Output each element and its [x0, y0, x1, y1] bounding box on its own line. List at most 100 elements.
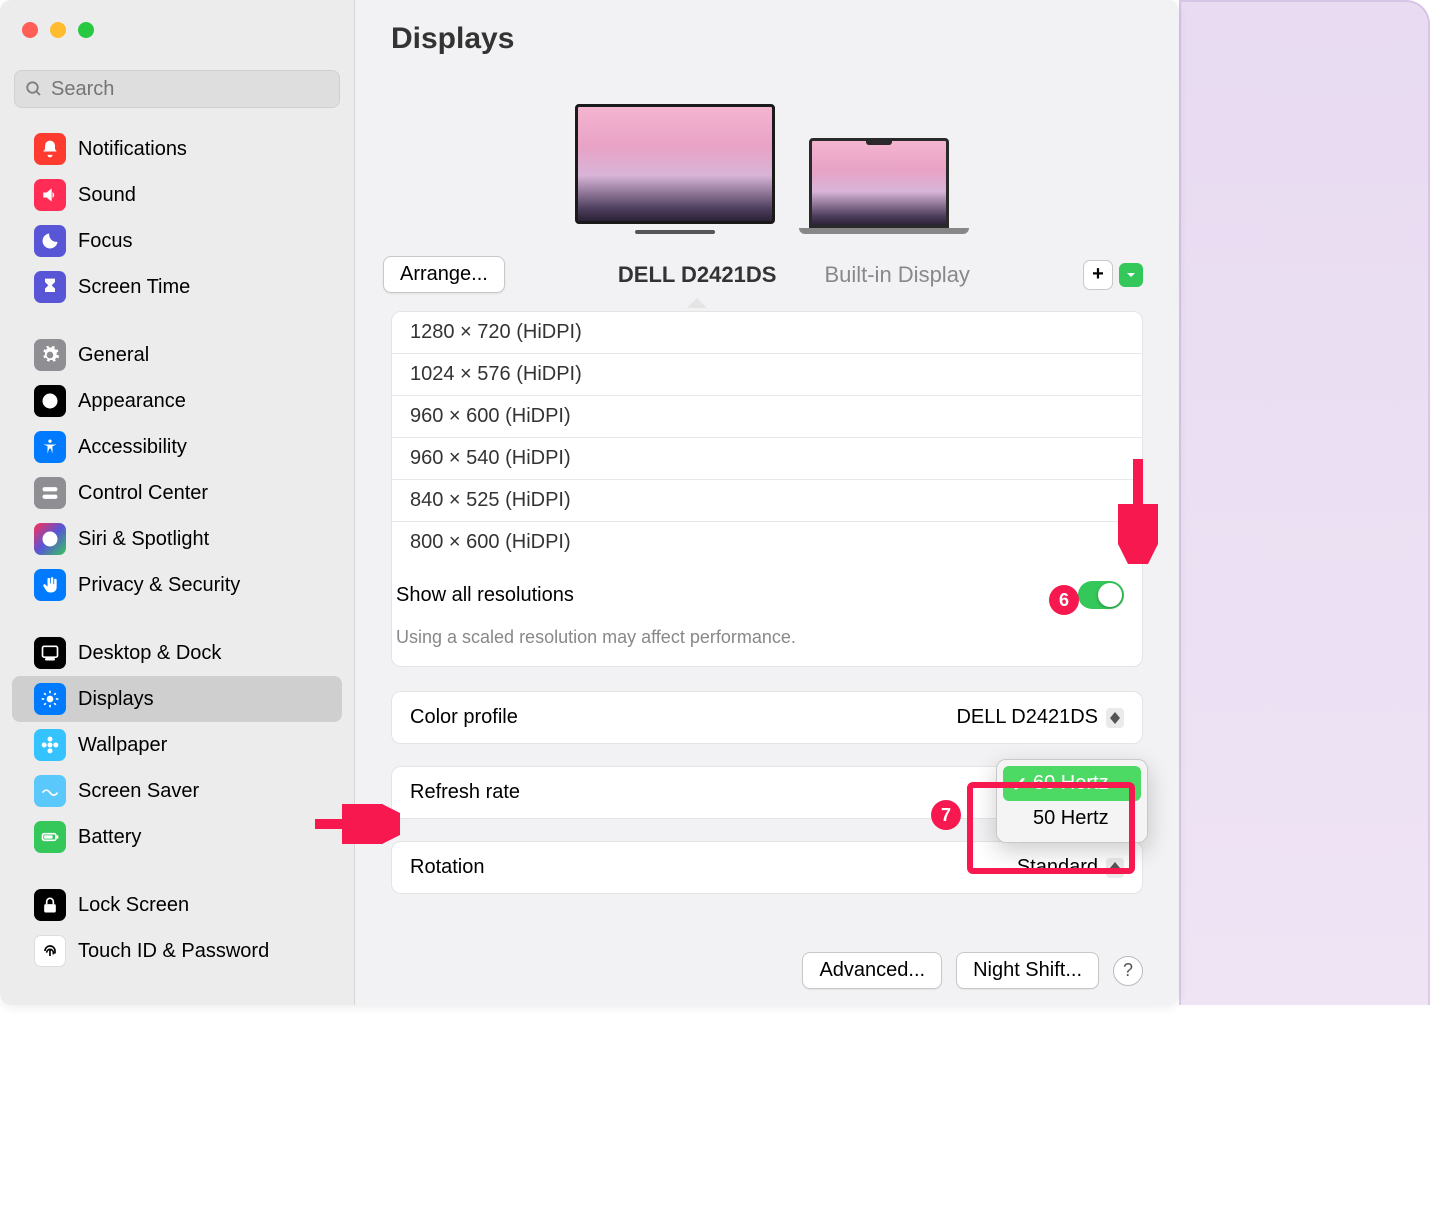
header: Displays [355, 0, 1179, 56]
lock-icon [34, 889, 66, 921]
battery-icon [34, 821, 66, 853]
tab-builtin-display[interactable]: Built-in Display [824, 262, 970, 288]
search-field[interactable] [14, 70, 340, 108]
sidebar: Notifications Sound Focus Screen Time Genera… [0, 0, 355, 1005]
resolution-option[interactable]: 1024 × 576 (HiDPI) [392, 354, 1142, 396]
sidebar-item-lock-screen[interactable]: Lock Screen [12, 882, 342, 928]
updown-icon [1106, 708, 1124, 728]
rotation-label: Rotation [410, 856, 485, 879]
hourglass-icon [34, 271, 66, 303]
tab-external-display[interactable]: DELL D2421DS [618, 262, 777, 288]
sidebar-item-label: Focus [78, 230, 132, 253]
system-settings-window: Notifications Sound Focus Screen Time Genera… [0, 0, 1179, 1005]
sidebar-item-label: Privacy & Security [78, 574, 240, 597]
sidebar-item-label: Displays [78, 688, 154, 711]
resolution-option[interactable]: 960 × 600 (HiDPI) [392, 396, 1142, 438]
sidebar-item-label: Control Center [78, 482, 208, 505]
bell-icon [34, 133, 66, 165]
rotation-select[interactable]: Standard [1017, 856, 1124, 879]
night-shift-button[interactable]: Night Shift... [956, 952, 1099, 989]
resolution-option[interactable]: 840 × 525 (HiDPI) [392, 480, 1142, 522]
sidebar-item-control-center[interactable]: Control Center [12, 470, 342, 516]
accessibility-icon [34, 431, 66, 463]
sidebar-item-notifications[interactable]: Notifications [12, 126, 342, 172]
sidebar-list: Notifications Sound Focus Screen Time Genera… [0, 122, 354, 1005]
sidebar-item-label: Sound [78, 184, 136, 207]
display-previews [355, 56, 1179, 238]
builtin-display-screen [809, 138, 949, 228]
sidebar-item-desktop-dock[interactable]: Desktop & Dock [12, 630, 342, 676]
siri-icon [34, 523, 66, 555]
page-title: Displays [391, 22, 514, 56]
advanced-button[interactable]: Advanced... [802, 952, 942, 989]
sidebar-item-label: Screen Saver [78, 780, 199, 803]
sidebar-item-battery[interactable]: Battery [12, 814, 342, 860]
footer: Advanced... Night Shift... ? [355, 952, 1179, 1005]
sidebar-item-touch-id-password[interactable]: Touch ID & Password [12, 928, 342, 974]
main-scroll[interactable]: 1280 × 720 (HiDPI)1024 × 576 (HiDPI)960 … [355, 311, 1179, 952]
sidebar-item-appearance[interactable]: Appearance [12, 378, 342, 424]
sidebar-item-label: Lock Screen [78, 894, 189, 917]
annotation-arrow-down [1118, 454, 1158, 564]
sidebar-item-general[interactable]: General [12, 332, 342, 378]
sidebar-item-privacy-security[interactable]: Privacy & Security [12, 562, 342, 608]
sidebar-item-wallpaper[interactable]: Wallpaper [12, 722, 342, 768]
search-icon [25, 80, 43, 98]
zoom-window-button[interactable] [78, 22, 94, 38]
refresh-rate-option-60[interactable]: 60 Hertz [1003, 766, 1141, 801]
refresh-rate-dropdown: 60 Hertz 50 Hertz [996, 759, 1148, 843]
sidebar-item-label: Notifications [78, 138, 187, 161]
switches-icon [34, 477, 66, 509]
help-button[interactable]: ? [1113, 956, 1143, 986]
sidebar-item-focus[interactable]: Focus [12, 218, 342, 264]
sidebar-item-screen-time[interactable]: Screen Time [12, 264, 342, 310]
arrange-button[interactable]: Arrange... [383, 256, 505, 293]
rotation-value: Standard [1017, 856, 1098, 879]
minimize-window-button[interactable] [50, 22, 66, 38]
sidebar-item-siri-spotlight[interactable]: Siri & Spotlight [12, 516, 342, 562]
builtin-display-preview[interactable] [799, 138, 959, 234]
sidebar-item-displays[interactable]: Displays [12, 676, 342, 722]
flower-icon [34, 729, 66, 761]
sidebar-item-accessibility[interactable]: Accessibility [12, 424, 342, 470]
add-display-button[interactable]: + [1083, 260, 1113, 290]
window-controls [0, 0, 354, 54]
annotation-badge-6: 6 [1049, 585, 1079, 615]
sidebar-item-label: Screen Time [78, 276, 190, 299]
display-tabs-row: Arrange... DELL D2421DS Built-in Display… [355, 238, 1179, 311]
close-window-button[interactable] [22, 22, 38, 38]
annotation-arrow-right [310, 804, 400, 844]
show-all-resolutions-toggle[interactable] [1078, 581, 1124, 609]
page-background-bottom [0, 1005, 1430, 1224]
display-tabs: DELL D2421DS Built-in Display [505, 262, 1083, 288]
refresh-rate-option-50[interactable]: 50 Hertz [1003, 801, 1141, 836]
sidebar-item-screen-saver[interactable]: Screen Saver [12, 768, 342, 814]
updown-icon [1106, 858, 1124, 878]
fingerprint-icon [34, 935, 66, 967]
resolution-option[interactable]: 1280 × 720 (HiDPI) [392, 312, 1142, 354]
resolution-option[interactable]: 960 × 540 (HiDPI) [392, 438, 1142, 480]
refresh-rate-label: Refresh rate [410, 781, 520, 804]
show-all-resolutions-label: Show all resolutions [392, 584, 574, 607]
sun-icon [34, 683, 66, 715]
sidebar-item-label: Accessibility [78, 436, 187, 459]
search-input[interactable] [51, 78, 329, 101]
sidebar-item-sound[interactable]: Sound [12, 172, 342, 218]
resolution-option[interactable]: 800 × 600 (HiDPI) [392, 522, 1142, 563]
moon-icon [34, 225, 66, 257]
sidebar-item-label: General [78, 344, 149, 367]
resolution-hint: Using a scaled resolution may affect per… [392, 613, 1142, 666]
color-profile-select[interactable]: DELL D2421DS [956, 706, 1124, 729]
wave-icon [34, 775, 66, 807]
sidebar-item-label: Wallpaper [78, 734, 167, 757]
sidebar-item-label: Battery [78, 826, 141, 849]
color-profile-value: DELL D2421DS [956, 706, 1098, 729]
appearance-icon [34, 385, 66, 417]
add-display-menu-button[interactable] [1119, 263, 1143, 287]
external-monitor-preview[interactable] [575, 104, 775, 234]
refresh-rate-row: Refresh rate 60 Hertz 60 Hertz 50 Hertz [391, 766, 1143, 819]
chevron-down-icon [1125, 269, 1137, 281]
external-monitor-screen [575, 104, 775, 224]
content-area: Displays Arrange... DELL D2421DS Built-i… [355, 0, 1179, 1005]
dock-icon [34, 637, 66, 669]
